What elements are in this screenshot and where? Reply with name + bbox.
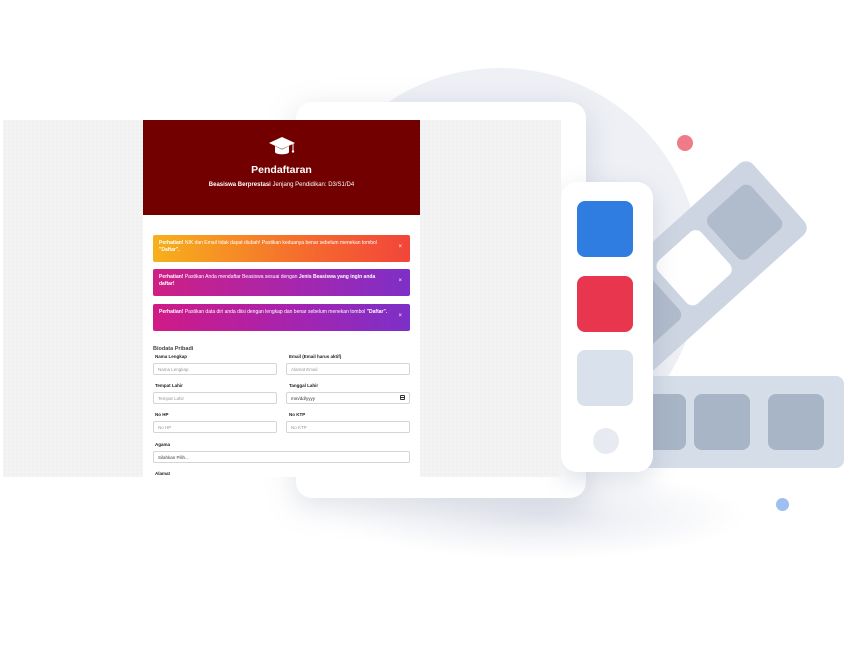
alert-text: NIK dan Email tidak dapat diubah! Pastik…	[183, 240, 377, 246]
alert-text: Pastikan data diri anda diisi dengan len…	[183, 309, 367, 315]
page-subtitle: Beasiswa Berprestasi Jenjang Pendidikan:…	[143, 182, 420, 188]
label-no-hp: No HP	[155, 412, 169, 417]
tanggal-lahir-input[interactable]: mm/dd/yyyy	[286, 392, 410, 404]
decor-dot-blue	[776, 498, 789, 511]
alert-bold-end: "Daftar".	[366, 309, 388, 315]
alert-bold-end: "Daftar".	[159, 247, 180, 253]
close-icon[interactable]: ×	[398, 244, 402, 251]
section-title-biodata: Biodata Pribadi	[153, 346, 194, 352]
swatch-square	[694, 394, 750, 450]
color-palette-card	[561, 182, 653, 472]
page-title: Pendaftaran	[251, 164, 312, 176]
label-no-ktp: No KTP	[289, 412, 306, 417]
palette-color-blue	[577, 201, 633, 257]
scholarship-name: Beasiswa Berprestasi	[208, 182, 271, 188]
education-level: Jenjang Pendidikan: D3/S1/D4	[270, 182, 355, 188]
alert-text: Pastikan Anda mendaftar Beasiswa sesuai …	[183, 274, 299, 280]
label-tempat-lahir: Tempat Lahir	[155, 383, 183, 388]
palette-color-red	[577, 276, 633, 332]
palette-hole	[593, 428, 619, 454]
alert-bold: Perhatian!	[159, 309, 184, 315]
registration-form: Pendaftaran Beasiswa Berprestasi Jenjang…	[143, 120, 420, 477]
email-input[interactable]: Alamat Email	[286, 363, 410, 375]
label-agama: Agama	[155, 442, 171, 447]
alert-warning-nik-email: Perhatian! NIK dan Email tidak dapat diu…	[153, 235, 410, 262]
graduation-cap-icon	[268, 137, 295, 155]
label-alamat: Alamat	[155, 471, 171, 476]
close-icon[interactable]: ×	[398, 278, 402, 285]
date-placeholder: mm/dd/yyyy	[291, 396, 316, 401]
palette-color-gray	[577, 350, 633, 406]
decor-dot-red	[677, 135, 693, 151]
no-hp-input[interactable]: No HP	[153, 421, 277, 433]
swatch-square	[768, 394, 824, 450]
nama-lengkap-input[interactable]: Nama Lengkap	[153, 363, 277, 375]
alert-warning-personal-data: Perhatian! Pastikan data diri anda diisi…	[153, 304, 410, 331]
no-ktp-input[interactable]: No KTP	[286, 421, 410, 433]
form-header: Pendaftaran Beasiswa Berprestasi Jenjang…	[143, 120, 420, 215]
alert-bold: Perhatian!	[159, 274, 184, 280]
tempat-lahir-input[interactable]: Tempat Lahir	[153, 392, 277, 404]
alert-warning-scholarship-type: Perhatian! Pastikan Anda mendaftar Beasi…	[153, 269, 410, 296]
label-nama-lengkap: Nama Lengkap	[155, 354, 188, 359]
agama-select[interactable]: Silahkan Pilih...	[153, 451, 410, 463]
swatch-strip-horizontal	[620, 376, 844, 468]
registration-screenshot: Pendaftaran Beasiswa Berprestasi Jenjang…	[3, 120, 561, 477]
close-icon[interactable]: ×	[398, 313, 402, 320]
label-email: Email (Email harus aktif)	[289, 354, 342, 359]
label-tanggal-lahir: Tanggal Lahir	[289, 383, 319, 388]
alert-bold: Perhatian!	[159, 240, 184, 246]
calendar-icon[interactable]	[400, 395, 405, 400]
